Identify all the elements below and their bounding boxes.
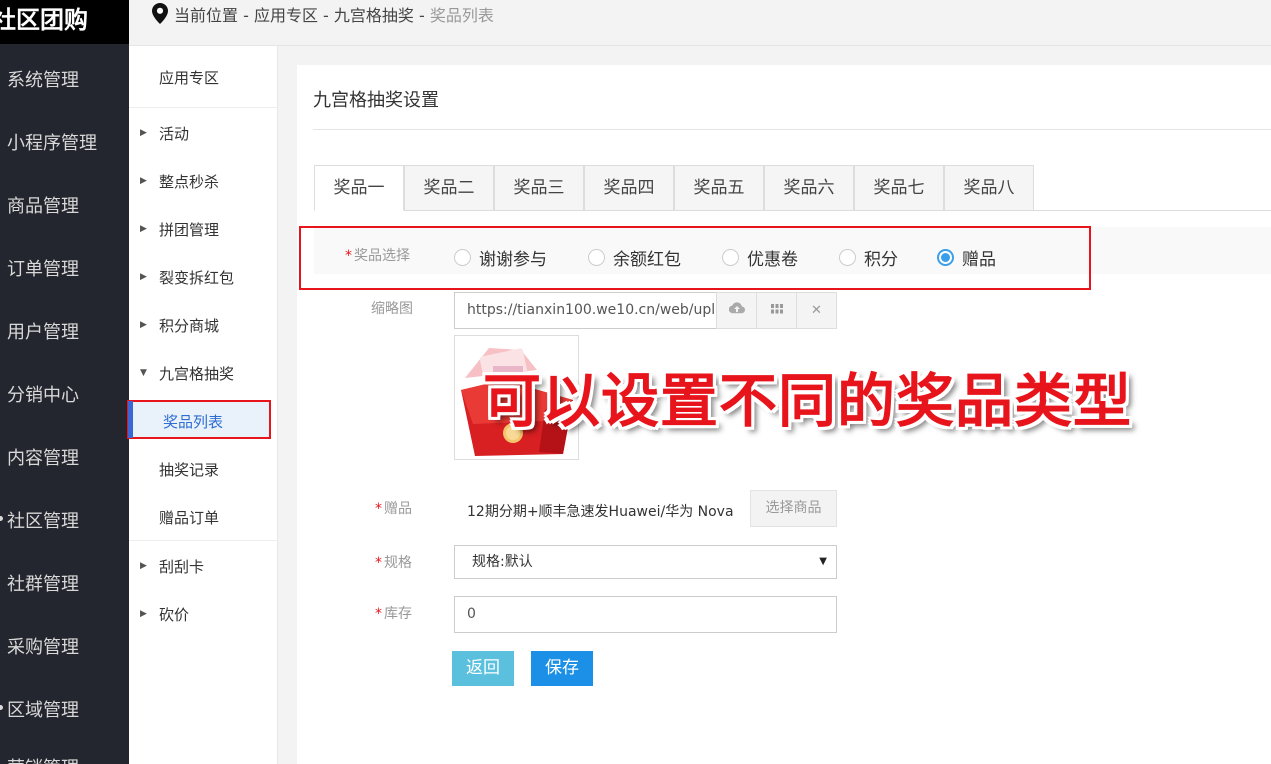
caret-right-icon: ▶ <box>140 128 147 138</box>
thumbnail-url-input[interactable]: https://tianxin100.we10.cn/web/uplo <box>454 292 717 329</box>
sidebar-item-purchase[interactable]: 采购管理 <box>7 633 79 659</box>
highlight-box <box>299 226 1091 290</box>
submenu-item-lottery[interactable]: 九宫格抽奖 <box>159 363 234 384</box>
tab-prize-6[interactable]: 奖品六 <box>764 165 854 211</box>
panel-divider <box>313 129 1271 130</box>
sidebar-item-community[interactable]: 社区管理 <box>0 507 79 533</box>
caret-right-icon: ▶ <box>140 320 147 330</box>
sidebar-item-goods[interactable]: 商品管理 <box>7 192 79 218</box>
header-divider <box>129 45 1271 46</box>
spec-select[interactable]: 规格:默认 ▼ <box>454 545 837 579</box>
sidebar-item-groups[interactable]: 社群管理 <box>7 570 79 596</box>
sidebar-item-users[interactable]: 用户管理 <box>7 318 79 344</box>
submenu-item-group-buy[interactable]: 拼团管理 <box>159 219 219 240</box>
stock-label: * 库存 <box>375 606 412 622</box>
caret-right-icon: ▶ <box>140 609 147 619</box>
tab-prize-1[interactable]: 奖品一 <box>314 165 404 211</box>
breadcrumb-current: 奖品列表 <box>429 6 494 25</box>
submenu-divider <box>129 107 278 108</box>
back-button[interactable]: 返回 <box>452 651 514 686</box>
submenu-header[interactable]: 应用专区 <box>159 67 219 88</box>
caret-down-icon: ▼ <box>140 368 147 378</box>
tabs-baseline <box>404 210 1271 211</box>
brand-logo: 社区团购 <box>0 0 129 44</box>
submenu-item-bargain[interactable]: 砍价 <box>159 604 189 625</box>
submenu-item-activity[interactable]: 活动 <box>159 123 189 144</box>
location-pin-icon <box>152 3 168 28</box>
caret-right-icon: ▶ <box>140 272 147 282</box>
sidebar-item-region[interactable]: 区域管理 <box>0 696 79 722</box>
tab-prize-2[interactable]: 奖品二 <box>404 165 494 211</box>
close-icon[interactable]: ✕ <box>796 292 837 329</box>
submenu-item-scratch-card[interactable]: 刮刮卡 <box>159 556 204 577</box>
caret-right-icon: ▶ <box>140 224 147 234</box>
caret-right-icon: ▶ <box>140 176 147 186</box>
caret-right-icon: ▶ <box>140 561 147 571</box>
stock-input[interactable]: 0 <box>454 596 837 633</box>
annotation-text: 可以设置不同的奖品类型 <box>483 367 1133 435</box>
sidebar-item-distribution[interactable]: 分销中心 <box>7 381 79 407</box>
tab-prize-3[interactable]: 奖品三 <box>494 165 584 211</box>
sidebar-item-content[interactable]: 内容管理 <box>7 444 79 470</box>
submenu-divider <box>129 540 278 541</box>
choose-goods-button[interactable]: 选择商品 <box>750 490 837 527</box>
panel-title: 九宫格抽奖设置 <box>313 90 439 111</box>
gift-value: 12期分期+顺丰急速发Huawei/华为 Nova <box>467 504 734 520</box>
submenu-item-draw-records[interactable]: 抽奖记录 <box>159 459 219 480</box>
tab-prize-5[interactable]: 奖品五 <box>674 165 764 211</box>
upload-icon[interactable] <box>716 292 757 329</box>
grid-icon[interactable] <box>756 292 797 329</box>
submenu-item-prize-list[interactable]: 奖品列表 <box>127 400 271 439</box>
spec-label: * 规格 <box>375 555 412 571</box>
submenu-item-points-mall[interactable]: 积分商城 <box>159 315 219 336</box>
sidebar-item-marketing[interactable]: 营销管理 <box>7 754 79 764</box>
tab-prize-8[interactable]: 奖品八 <box>944 165 1034 211</box>
gift-label: * 赠品 <box>375 501 412 517</box>
submenu-item-flash-sale[interactable]: 整点秒杀 <box>159 171 219 192</box>
dropdown-arrow-icon: ▼ <box>819 556 827 567</box>
submenu-item-gift-orders[interactable]: 赠品订单 <box>159 507 219 528</box>
sidebar-item-system[interactable]: 系统管理 <box>7 66 79 92</box>
secondary-menu: 应用专区 ▶ 活动 ▶ 整点秒杀 ▶ 拼团管理 ▶ 裂变拆红包 ▶ 积分商城 ▼… <box>127 46 278 764</box>
submenu-item-red-packet[interactable]: 裂变拆红包 <box>159 267 234 288</box>
tab-prize-4[interactable]: 奖品四 <box>584 165 674 211</box>
thumbnail-label: 缩略图 <box>371 301 413 317</box>
breadcrumb-path: 当前位置 - 应用专区 - 九宫格抽奖 - <box>174 6 430 25</box>
sidebar-item-miniprogram[interactable]: 小程序管理 <box>7 129 97 155</box>
tab-prize-7[interactable]: 奖品七 <box>854 165 944 211</box>
main-sidebar: 社区团购 系统管理 小程序管理 商品管理 订单管理 用户管理 分销中心 内容管理… <box>0 0 129 764</box>
sidebar-item-orders[interactable]: 订单管理 <box>7 255 79 281</box>
breadcrumb: 当前位置 - 应用专区 - 九宫格抽奖 - 奖品列表 <box>152 2 494 28</box>
save-button[interactable]: 保存 <box>531 651 593 686</box>
